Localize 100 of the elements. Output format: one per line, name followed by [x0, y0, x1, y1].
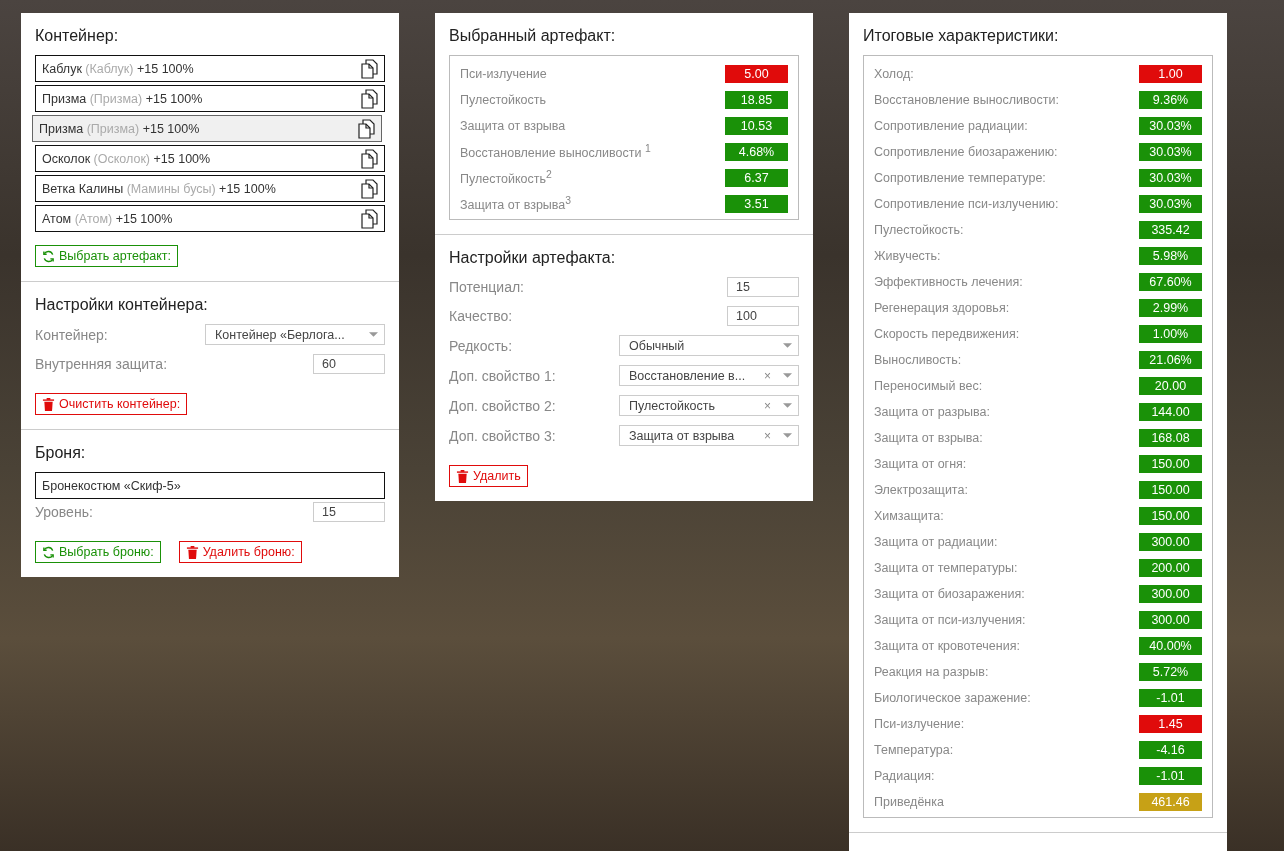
stat-value: 300.00: [1139, 585, 1202, 603]
artifact-slot[interactable]: Ветка Калины (Мамины бусы) +15 100%: [35, 175, 385, 202]
stat-value: 30.03%: [1139, 117, 1202, 135]
stat-label: Радиация:: [874, 769, 935, 783]
stat-value: 30.03%: [1139, 195, 1202, 213]
select-armor-button[interactable]: Выбрать броню:: [35, 541, 161, 563]
select-field[interactable]: Контейнер «Берлога...: [205, 324, 385, 345]
copy-icon[interactable]: [357, 118, 375, 139]
number-field[interactable]: 100: [727, 306, 799, 326]
artifact-name: Ветка Калины (Мамины бусы) +15 100%: [42, 181, 276, 196]
refresh-icon: [42, 249, 55, 263]
stat-value: 150.00: [1139, 507, 1202, 525]
field-label: Доп. свойство 1:: [449, 367, 556, 384]
trash-icon: [42, 397, 55, 411]
clear-icon[interactable]: ×: [764, 428, 771, 443]
copy-icon[interactable]: [360, 208, 378, 229]
artifact-slot[interactable]: Призма (Призма) +15 100%: [32, 115, 382, 142]
stat-label: Пулестойкость: [460, 93, 547, 107]
select-field[interactable]: Обычный: [619, 335, 799, 356]
clear-icon[interactable]: ×: [764, 398, 771, 413]
stat-value: 6.37: [725, 169, 788, 187]
delete-button[interactable]: Удалить: [449, 465, 528, 487]
clear-container-button[interactable]: Очистить контейнер:: [35, 393, 188, 415]
delete-armor-button[interactable]: Удалить броню:: [178, 541, 302, 563]
clear-icon[interactable]: ×: [764, 368, 771, 383]
field-label: Доп. свойство 3:: [449, 427, 556, 444]
stat-label: Сопротивление температуре:: [874, 171, 1046, 185]
select-field[interactable]: Восстановление в... ×: [619, 365, 799, 386]
copy-icon[interactable]: [360, 178, 378, 199]
section-title: Броня:: [35, 444, 87, 462]
stat-value: 4.68%: [725, 143, 788, 161]
stat-label: Защита от взрыва:: [874, 431, 983, 445]
stat-value: 168.08: [1139, 429, 1202, 447]
number-field[interactable]: 15: [727, 277, 799, 297]
stat-value: 9.36%: [1139, 91, 1202, 109]
stat-label: Защита от пси-излучения:: [874, 613, 1026, 627]
stat-label: Приведёнка: [874, 795, 944, 809]
stat-value: 2.99%: [1139, 299, 1202, 317]
stat-label: Химзащита:: [874, 509, 944, 523]
stat-value: 1.00%: [1139, 325, 1202, 343]
stat-value: 3.51: [725, 195, 788, 213]
select-field[interactable]: Защита от взрыва ×: [619, 425, 799, 446]
stat-label: Восстановление выносливости $^{1}$: [460, 143, 651, 161]
stat-value: -1.01: [1139, 767, 1202, 785]
stat-value: 10.53: [725, 117, 788, 135]
armor-slot[interactable]: Бронекостюм «Скиф-5»: [35, 472, 385, 499]
stat-value: 300.00: [1139, 611, 1202, 629]
stat-value: 150.00: [1139, 455, 1202, 473]
section-title: Настройки контейнера:: [35, 296, 209, 314]
stat-value: 40.00%: [1139, 637, 1202, 655]
artifact-slot[interactable]: Атом (Атом) +15 100%: [35, 205, 385, 232]
section-title: Итоговые характеристики:: [863, 27, 1060, 45]
stat-label: Сопротивление радиации:: [874, 119, 1028, 133]
copy-icon[interactable]: [360, 148, 378, 169]
stat-value: 21.06%: [1139, 351, 1202, 369]
field-label: Редкость:: [449, 337, 513, 354]
stat-label: Эффективность лечения:: [874, 275, 1023, 289]
copy-icon[interactable]: [360, 58, 378, 79]
artifact-slot[interactable]: Каблук (Каблук) +15 100%: [35, 55, 385, 82]
stat-label: Пулестойкость:: [874, 223, 964, 237]
artifact-name: Призма (Призма) +15 100%: [39, 121, 200, 136]
stat-label: Сопротивление пси-излучению:: [874, 197, 1059, 211]
stat-value: 20.00: [1139, 377, 1202, 395]
stat-value: 150.00: [1139, 481, 1202, 499]
field-label: Доп. свойство 2:: [449, 397, 556, 414]
stat-label: Защита от взрыва: [460, 119, 566, 133]
stat-label: Скорость передвижения:: [874, 327, 1020, 341]
caret-icon: [783, 372, 792, 379]
stat-value: 30.03%: [1139, 143, 1202, 161]
number-field[interactable]: 15: [313, 502, 385, 522]
stat-value: 5.72%: [1139, 663, 1202, 681]
caret-icon: [783, 432, 792, 439]
artifact-name: Призма (Призма) +15 100%: [42, 91, 203, 106]
stat-label: Защита от взрыва$^{3}$: [460, 195, 572, 213]
refresh-icon: [42, 545, 55, 559]
field-label: Потенциал:: [449, 279, 524, 295]
stat-value: 5.00: [725, 65, 788, 83]
select-artifact-button[interactable]: Выбрать артефакт:: [35, 245, 179, 267]
stat-label: Защита от кровотечения:: [874, 639, 1020, 653]
stat-label: Биологическое заражение:: [874, 691, 1031, 705]
stat-label: Пси-излучение: [460, 67, 547, 81]
select-field[interactable]: Пулестойкость ×: [619, 395, 799, 416]
stat-value: -1.01: [1139, 689, 1202, 707]
stat-value: 5.98%: [1139, 247, 1202, 265]
stat-value: 1.45: [1139, 715, 1202, 733]
artifact-slot[interactable]: Призма (Призма) +15 100%: [35, 85, 385, 112]
stat-value: 67.60%: [1139, 273, 1202, 291]
trash-icon: [185, 545, 199, 559]
copy-icon[interactable]: [360, 88, 378, 109]
stat-label: Сопротивление биозаражению:: [874, 145, 1058, 159]
stat-label: Переносимый вес:: [874, 379, 983, 393]
stat-value: 18.85: [725, 91, 788, 109]
stat-label: Температура:: [874, 743, 954, 757]
field-label: Контейнер:: [35, 326, 108, 343]
stat-label: Защита от огня:: [874, 457, 967, 471]
stat-value: 144.00: [1139, 403, 1202, 421]
stat-label: Защита от температуры:: [874, 561, 1018, 575]
artifact-slot[interactable]: Осколок (Осколок) +15 100%: [35, 145, 385, 172]
number-field[interactable]: 60: [313, 354, 385, 374]
artifact-name: Атом (Атом) +15 100%: [42, 211, 173, 226]
